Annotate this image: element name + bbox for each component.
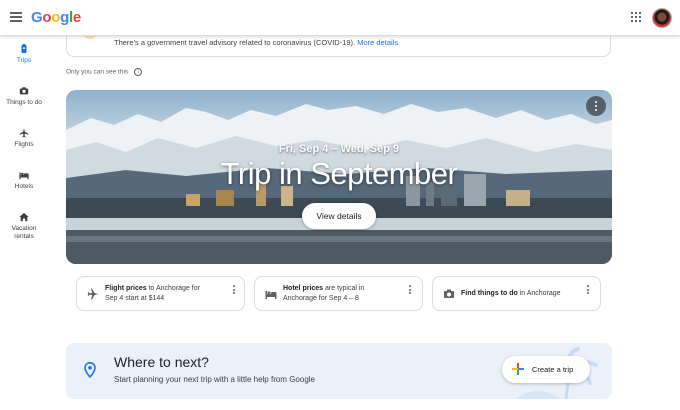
location-pin-icon: [84, 362, 96, 378]
sidebar-item-label-line1: Vacation: [11, 225, 37, 232]
card-text-line2: Anchorage for Sep 4 – 8: [283, 295, 359, 302]
create-trip-button[interactable]: Create a trip: [502, 356, 590, 383]
suitcase-icon: [21, 44, 27, 54]
airplane-icon: [87, 288, 99, 300]
more-options-icon[interactable]: [409, 285, 412, 297]
sidebar-item-label: Things to do: [6, 99, 42, 106]
airplane-icon: [19, 128, 29, 138]
view-details-button[interactable]: View details: [302, 203, 376, 229]
sidebar-item-things-to-do[interactable]: Things to do: [0, 86, 48, 107]
sidebar-item-flights[interactable]: Flights: [0, 128, 48, 149]
card-text-line2: Sep 4 start at $144: [105, 295, 165, 302]
sidebar-item-trips[interactable]: Trips: [0, 44, 48, 65]
card-title: Hotel prices: [283, 285, 324, 292]
card-text: to Anchorage for: [146, 285, 200, 292]
hamburger-menu-icon[interactable]: [10, 12, 22, 22]
where-to-next-title: Where to next?: [114, 354, 209, 370]
sidebar-item-label: Trips: [16, 57, 32, 64]
sidebar-item-label-line2: rentals: [14, 233, 34, 240]
info-icon[interactable]: i: [134, 68, 143, 76]
card-title: Find things to do: [461, 290, 518, 297]
card-text: in Anchorage: [517, 290, 561, 297]
more-options-icon[interactable]: [233, 285, 236, 297]
card-text: are typical in: [323, 285, 365, 292]
more-options-icon[interactable]: [586, 96, 606, 116]
create-trip-label: Create a trip: [532, 365, 574, 374]
bed-icon: [265, 291, 277, 299]
google-logo[interactable]: Google: [31, 9, 81, 26]
flight-prices-card[interactable]: Flight prices to Anchorage for Sep 4 star…: [76, 276, 245, 311]
more-options-icon[interactable]: [587, 285, 590, 297]
camera-icon: [444, 289, 454, 298]
advisory-text: There's a government travel advisory rel…: [114, 38, 356, 47]
trip-hero-card[interactable]: Fri, Sep 4 – Wed, Sep 9 Trip in Septembe…: [66, 90, 612, 264]
hotel-prices-card[interactable]: Hotel prices are typical in Anchorage for…: [254, 276, 423, 311]
camera-icon: [19, 87, 29, 95]
top-app-bar: Google: [0, 0, 680, 36]
house-icon: [19, 212, 29, 222]
where-to-next-subtitle: Start planning your next trip with a lit…: [114, 375, 315, 384]
where-to-next-panel: Where to next? Start planning your next …: [66, 343, 612, 399]
card-title: Flight prices: [105, 285, 147, 292]
bed-icon: [19, 172, 29, 180]
find-things-to-do-card[interactable]: Find things to do in Anchorage: [432, 276, 601, 311]
account-avatar[interactable]: [652, 8, 672, 28]
sidebar-item-hotels[interactable]: Hotels: [0, 170, 48, 191]
google-apps-icon[interactable]: [631, 12, 641, 22]
sidebar-item-vacation-rentals[interactable]: Vacation rentals: [0, 212, 48, 241]
visibility-note: Only you can see this i: [66, 68, 143, 76]
trip-dates: Fri, Sep 4 – Wed, Sep 9: [278, 143, 400, 155]
sidebar-item-label: Flights: [14, 141, 34, 148]
sidebar-item-label: Hotels: [14, 183, 34, 190]
plus-icon: [512, 363, 524, 375]
advisory-more-details-link[interactable]: More details: [357, 38, 398, 47]
trip-title: Trip in September: [220, 156, 458, 191]
visibility-note-text: Only you can see this: [66, 68, 129, 76]
